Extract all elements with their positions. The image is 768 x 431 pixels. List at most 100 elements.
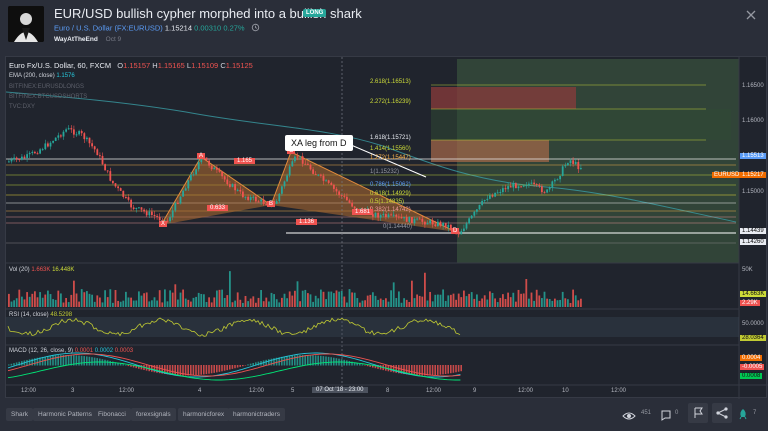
candle-body <box>512 183 515 188</box>
candle-body <box>413 218 416 224</box>
candle-body <box>239 189 242 192</box>
candle-body <box>465 223 468 229</box>
candle-body <box>468 218 470 224</box>
macd-bar <box>327 356 330 366</box>
macd-bar <box>392 365 395 373</box>
volume-bar <box>283 293 286 307</box>
candle-body <box>151 211 153 215</box>
fib-label-2272: 2.272(1.16239) <box>370 99 411 105</box>
candle-body <box>377 212 379 218</box>
tag-harmonicforex[interactable]: harmonicforex <box>178 408 230 421</box>
candle-body <box>236 189 239 191</box>
report-button[interactable] <box>688 403 708 423</box>
price-tag-eurusd-label: EURUSD <box>712 172 742 178</box>
volume-bar <box>335 290 338 307</box>
volume-bar <box>62 302 65 307</box>
close-button[interactable] <box>744 8 758 22</box>
avatar-image <box>8 6 44 42</box>
candle-body <box>421 218 424 222</box>
macd-legend[interactable]: MACD (12, 26, close, 9) 0.0001 0.0002 0.… <box>9 348 133 354</box>
macd-bar <box>80 355 83 366</box>
volume-bar <box>460 297 463 307</box>
ratio-bc: 1.136 <box>296 219 318 225</box>
candle-body <box>314 173 317 175</box>
candle-body <box>556 179 559 181</box>
time-axis[interactable]: 12:00312:00412:00512:00812:00912:001012:… <box>6 388 739 398</box>
chart-panel[interactable]: Euro Fx/U.S. Dollar, 60, FXCM O1.15157 H… <box>5 56 768 399</box>
rsi-legend[interactable]: RSI (14, close) 48.5298 <box>9 312 72 318</box>
candle-body <box>109 171 112 181</box>
volume-bar <box>496 302 499 307</box>
volume-bar <box>561 291 564 307</box>
rsi-axis-2: 28.0364 <box>740 335 766 341</box>
candle-body <box>117 186 119 189</box>
candle-body <box>174 202 177 211</box>
volume-value-1: 1.663K <box>31 267 51 273</box>
symbol-link[interactable]: Euro / U.S. Dollar (FX:EURUSD) <box>54 23 163 32</box>
macd-bar <box>457 365 460 372</box>
candle-body <box>385 214 387 217</box>
volume-bar <box>242 302 244 307</box>
volume-bar <box>327 291 330 307</box>
volume-legend[interactable]: Vol (20) 1.663K 16.448K <box>9 267 74 273</box>
tag-harmonictraders[interactable]: harmonictraders <box>228 408 285 421</box>
macd-histogram <box>8 355 462 376</box>
candle-body <box>559 175 561 180</box>
candle-body <box>296 156 299 158</box>
volume-bar <box>184 298 187 307</box>
tag-forexsignals[interactable]: forexsignals <box>131 408 176 421</box>
candle-body <box>114 183 117 187</box>
tag-fibonacci[interactable]: Fibonacci <box>93 408 131 421</box>
share-button[interactable] <box>712 403 732 423</box>
macd-bar <box>330 357 332 366</box>
macd-bar <box>286 356 288 366</box>
volume-bar <box>330 291 333 307</box>
like-button[interactable] <box>738 407 748 425</box>
overlay-btcusdshorts[interactable]: BITFINEX:BTCUSDSHORTS <box>9 94 87 100</box>
candle-body <box>91 143 93 147</box>
candle-body <box>132 207 135 210</box>
chart-symbol-header: Euro Fx/U.S. Dollar, 60, FXCM O1.15157 H… <box>9 61 253 70</box>
volume-bar <box>338 291 340 307</box>
macd-bar <box>291 355 293 366</box>
volume-bar <box>197 292 200 307</box>
candle-body <box>283 181 286 187</box>
flag-icon <box>694 407 703 418</box>
ohlc-h: 1.15165 <box>157 61 185 70</box>
overlay-eurusdlongs[interactable]: BITFINEX:EURUSDLONGS <box>9 84 84 90</box>
volume-bar <box>288 291 291 307</box>
volume-bar <box>101 302 104 307</box>
macd-bar <box>216 365 218 373</box>
candle-body <box>548 187 551 190</box>
volume-bar <box>247 301 249 307</box>
author-avatar[interactable] <box>8 6 44 42</box>
macd-bar <box>265 359 267 366</box>
callout-box[interactable]: XA leg from D <box>285 135 353 151</box>
alert-clock-icon[interactable] <box>251 23 260 34</box>
volume-bar <box>502 294 504 307</box>
overlay-dxy[interactable]: TVC:DXY <box>9 104 35 110</box>
volume-bar <box>489 291 491 307</box>
author-name[interactable]: WayAtTheEnd <box>54 36 98 43</box>
tag-harmonic-patterns[interactable]: Harmonic Patterns <box>33 408 97 421</box>
volume-bar <box>119 301 122 307</box>
candle-body <box>403 217 405 219</box>
rsi-axis-1: 50.0000 <box>742 321 764 327</box>
candle-body <box>408 216 411 222</box>
tag-shark[interactable]: Shark <box>6 408 33 421</box>
volume-bar <box>567 299 569 307</box>
candle-body <box>286 175 288 182</box>
time-axis-label: 10 <box>562 388 569 394</box>
volume-bar <box>559 299 561 307</box>
ema-legend[interactable]: EMA (200, close) 1.1576 <box>9 73 75 79</box>
candle-body <box>156 215 158 217</box>
publish-date: Oct 9 <box>105 36 122 43</box>
comments-button[interactable] <box>661 408 671 426</box>
candle-body <box>130 199 132 208</box>
time-axis-label: 12:00 <box>119 388 135 394</box>
fib-label-0618: 0.618(1.14929) <box>370 191 411 197</box>
volume-bar <box>509 297 512 307</box>
candle-body <box>530 182 533 184</box>
candle-body <box>431 220 434 225</box>
candle-body <box>223 176 226 180</box>
